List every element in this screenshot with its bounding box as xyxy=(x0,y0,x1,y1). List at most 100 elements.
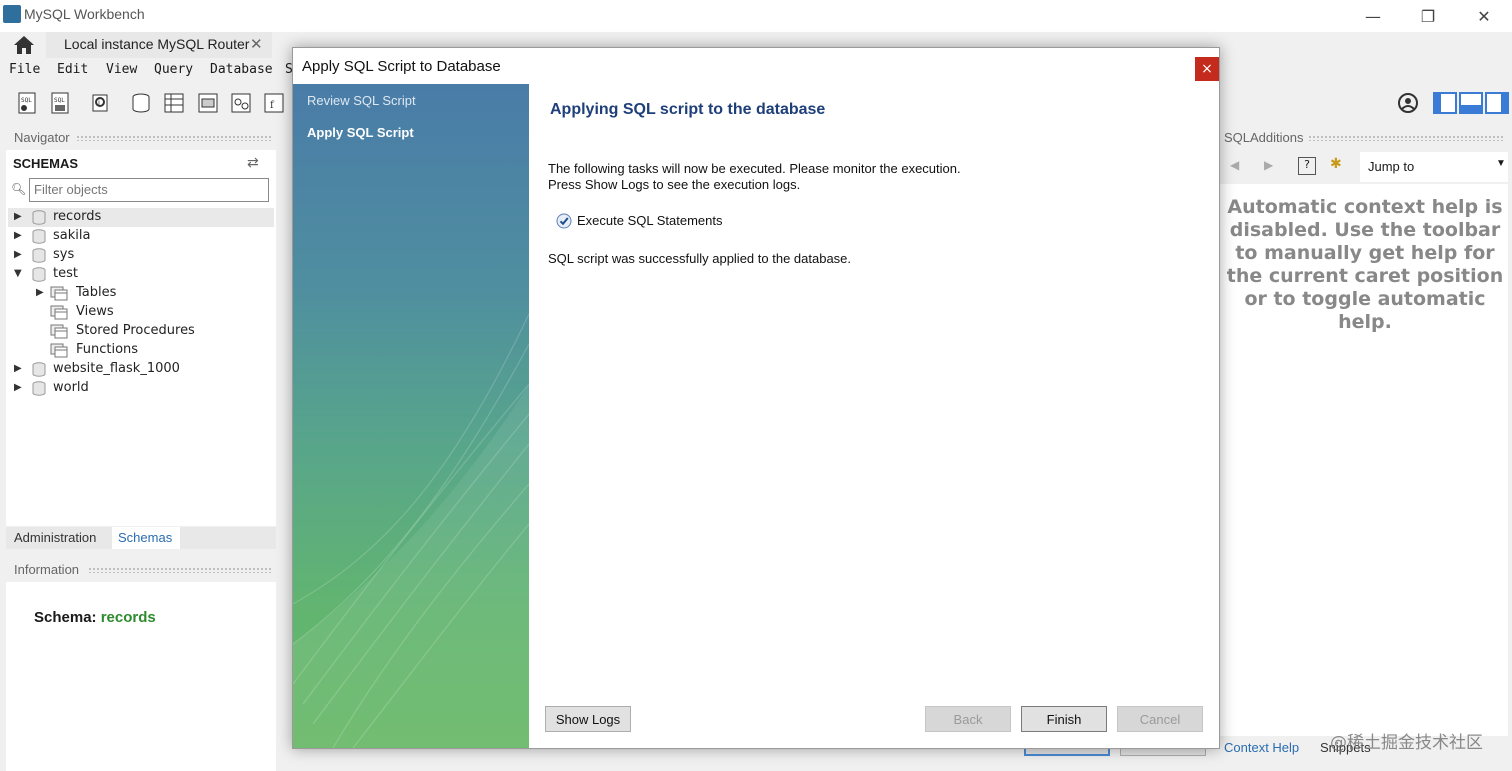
database-icon xyxy=(32,248,46,263)
navigator-title: Navigator xyxy=(14,130,70,145)
menu-file[interactable]: File xyxy=(9,62,40,77)
expand-arrow-icon[interactable]: ▶ xyxy=(14,211,22,222)
schemas-title: SCHEMAS xyxy=(13,156,79,171)
home-tab-button[interactable] xyxy=(8,33,40,57)
toggle-output-icon[interactable] xyxy=(1459,92,1483,114)
tree-item-label: Tables xyxy=(76,285,117,300)
create-function-icon[interactable]: f xyxy=(262,91,286,115)
toggle-sidebar-icon[interactable] xyxy=(1433,92,1457,114)
auto-help-icon[interactable]: ✱ xyxy=(1330,156,1342,172)
tab-administration[interactable]: Administration xyxy=(14,530,96,545)
create-schema-icon[interactable] xyxy=(129,91,153,115)
navigator-header: Navigator xyxy=(6,127,276,149)
tree-item-test[interactable]: ▼ test xyxy=(8,265,274,284)
database-icon xyxy=(32,267,46,282)
back-button[interactable]: Back xyxy=(925,706,1011,732)
show-logs-button[interactable]: Show Logs xyxy=(545,706,631,732)
tree-item-label: Stored Procedures xyxy=(76,323,195,338)
close-window-button[interactable]: ✕ xyxy=(1461,0,1507,32)
svg-text:i: i xyxy=(98,99,100,107)
tree-item-label: records xyxy=(53,209,102,224)
minimize-button[interactable]: — xyxy=(1350,0,1396,32)
header-grip xyxy=(76,135,272,141)
context-help-message: Automatic context help is disabled. Use … xyxy=(1226,196,1504,333)
wizard-step-apply: Apply SQL Script xyxy=(307,125,414,140)
create-procedure-icon[interactable] xyxy=(229,91,253,115)
inspector-icon[interactable]: i xyxy=(89,91,113,115)
header-grip xyxy=(88,567,272,573)
schema-info-value: records xyxy=(100,609,156,626)
tree-item-label: Functions xyxy=(76,342,139,357)
tree-item-label: sakila xyxy=(53,228,91,243)
sql-additions-header: SQLAdditions xyxy=(1220,127,1508,149)
dialog-close-button[interactable]: × xyxy=(1195,57,1219,81)
manual-help-icon[interactable]: ? xyxy=(1298,157,1316,175)
tree-item-label: world xyxy=(53,380,89,395)
create-view-icon[interactable] xyxy=(196,91,220,115)
tab-close-icon[interactable]: ✕ xyxy=(250,35,263,53)
jump-to-label: Jump to xyxy=(1368,159,1415,174)
expand-arrow-icon[interactable]: ▶ xyxy=(14,382,22,393)
instructions-line-1: The following tasks will now be executed… xyxy=(548,161,961,176)
tree-item-sys[interactable]: ▶ sys xyxy=(8,246,274,265)
menu-edit[interactable]: Edit xyxy=(57,62,88,77)
view-folder-icon xyxy=(50,305,68,320)
tree-item-functions[interactable]: Functions xyxy=(30,341,274,360)
search-icon: 🔍︎ xyxy=(11,182,27,196)
window-title: MySQL Workbench xyxy=(24,6,145,22)
refresh-icon[interactable]: ⇄ xyxy=(247,155,259,171)
expand-arrow-icon[interactable]: ▶ xyxy=(36,287,44,298)
svg-text:SQL: SQL xyxy=(21,97,32,104)
tab-context-help[interactable]: Context Help xyxy=(1224,740,1299,755)
database-icon xyxy=(32,381,46,396)
tab-local-instance[interactable]: Local instance MySQL Router ✕ xyxy=(46,32,272,58)
function-folder-icon xyxy=(50,343,68,358)
restore-button[interactable]: ❐ xyxy=(1405,0,1451,32)
toggle-secondary-sidebar-icon[interactable] xyxy=(1485,92,1509,114)
tree-item-world[interactable]: ▶ world xyxy=(8,379,274,398)
svg-text:SQL: SQL xyxy=(54,97,65,104)
instructions-line-2: Press Show Logs to see the execution log… xyxy=(548,177,801,192)
menu-query[interactable]: Query xyxy=(154,62,193,77)
tree-item-sakila[interactable]: ▶ sakila xyxy=(8,227,274,246)
expand-arrow-icon[interactable]: ▶ xyxy=(14,363,22,374)
information-title: Information xyxy=(14,562,80,577)
tree-item-website-flask-1000[interactable]: ▶ website_flask_1000 xyxy=(8,360,274,379)
cancel-button[interactable]: Cancel xyxy=(1117,706,1203,732)
watermark-text: @稀土掘金技术社区 xyxy=(1330,733,1483,753)
menu-database[interactable]: Database xyxy=(210,62,273,77)
tree-item-label: website_flask_1000 xyxy=(53,361,180,376)
header-grip xyxy=(1308,135,1504,141)
chevron-down-icon: ▼ xyxy=(1496,158,1506,169)
dialog-heading: Applying SQL script to the database xyxy=(550,101,826,118)
forward-arrow-icon[interactable]: ▶ xyxy=(1264,158,1273,172)
database-icon xyxy=(32,229,46,244)
tree-item-stored-procedures[interactable]: Stored Procedures xyxy=(30,322,274,341)
back-arrow-icon[interactable]: ◀ xyxy=(1230,158,1239,172)
new-sql-tab-icon[interactable]: SQL xyxy=(16,91,40,115)
jump-to-select[interactable]: Jump to ▼ xyxy=(1360,152,1508,182)
tree-item-records[interactable]: ▶ records xyxy=(8,208,274,227)
create-table-icon[interactable] xyxy=(162,91,186,115)
sql-additions-title: SQLAdditions xyxy=(1224,130,1304,145)
menu-bar: File Edit View Query Database S xyxy=(0,58,300,82)
schema-info-label: Schema: xyxy=(34,609,97,626)
expand-arrow-icon[interactable]: ▶ xyxy=(14,230,22,241)
finish-button[interactable]: Finish xyxy=(1021,706,1107,732)
schema-info: Schema: records xyxy=(34,609,156,626)
title-bar xyxy=(0,0,1512,32)
wizard-steps-sidebar xyxy=(293,84,529,748)
result-message: SQL script was successfully applied to t… xyxy=(548,251,852,266)
menu-view[interactable]: View xyxy=(106,62,137,77)
tree-item-label: sys xyxy=(53,247,75,262)
tree-item-tables[interactable]: ▶ Tables xyxy=(30,284,274,303)
preferences-icon[interactable] xyxy=(1397,92,1419,114)
expand-arrow-icon[interactable]: ▶ xyxy=(14,249,22,260)
collapse-arrow-icon[interactable]: ▼ xyxy=(14,268,22,279)
tab-schemas[interactable]: Schemas xyxy=(112,527,180,549)
open-sql-file-icon[interactable]: SQL xyxy=(49,91,73,115)
filter-objects-input[interactable]: Filter objects xyxy=(29,178,269,202)
information-header: Information xyxy=(6,559,276,581)
tree-item-views[interactable]: Views xyxy=(30,303,274,322)
procedure-folder-icon xyxy=(50,324,68,339)
